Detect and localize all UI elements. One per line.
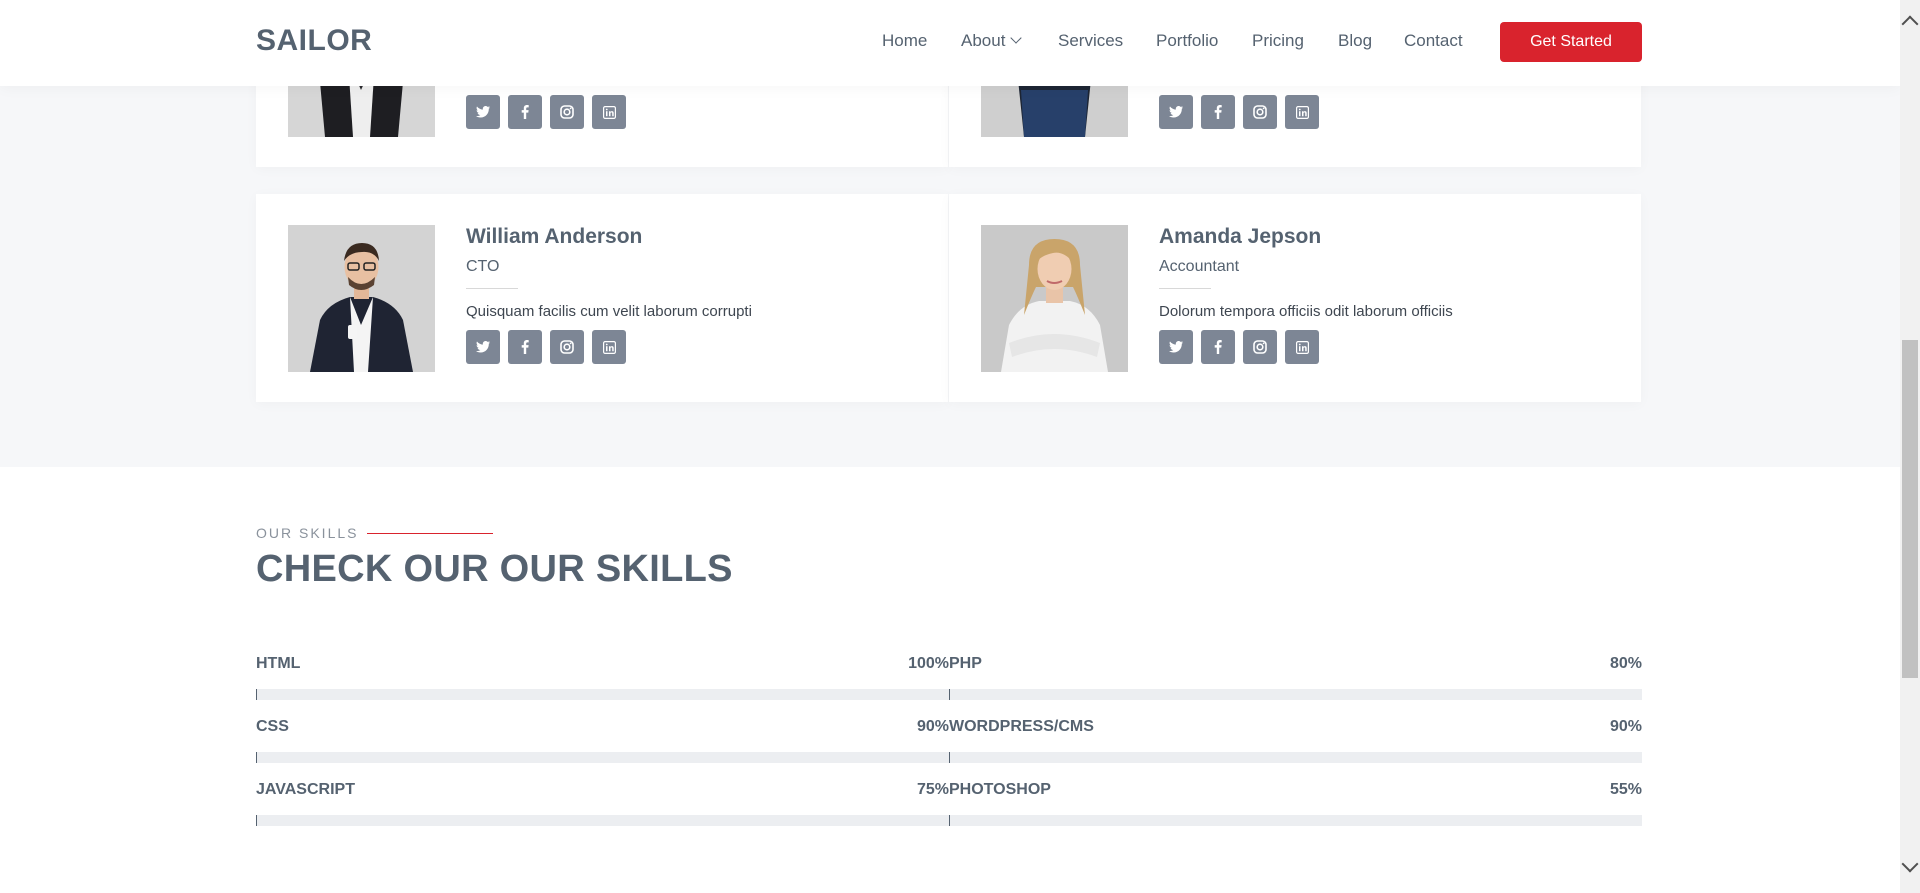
nav-pricing[interactable]: Pricing: [1252, 31, 1304, 51]
skill-name: PHP: [949, 655, 982, 672]
skill-progress: [949, 689, 1642, 700]
twitter-icon[interactable]: [466, 330, 500, 364]
skill-progress-fill: [256, 815, 776, 826]
member-socials: [466, 330, 626, 364]
skill-name: CSS: [256, 718, 289, 735]
get-started-button[interactable]: Get Started: [1500, 22, 1642, 62]
linkedin-icon[interactable]: [592, 95, 626, 129]
scroll-up-arrow-icon[interactable]: [1901, 15, 1919, 33]
facebook-icon[interactable]: [1201, 95, 1235, 129]
instagram-icon[interactable]: [550, 330, 584, 364]
member-name: Amanda Jepson: [1159, 225, 1322, 248]
skill-value: 55%: [1609, 781, 1642, 798]
facebook-icon[interactable]: [1201, 330, 1235, 364]
linkedin-icon[interactable]: [1285, 330, 1319, 364]
skill-progress: [949, 752, 1642, 763]
skill-html: HTML 100%: [256, 655, 949, 700]
nav-contact[interactable]: Contact: [1404, 31, 1463, 51]
twitter-icon[interactable]: [1159, 95, 1193, 129]
skill-progress-marker: [949, 689, 950, 700]
member-photo: [288, 225, 435, 372]
skills-eyebrow: OUR SKILLS: [256, 525, 359, 541]
team-card-amanda: Amanda Jepson Accountant Dolorum tempora…: [949, 194, 1641, 402]
role-divider: [1159, 288, 1211, 289]
skill-progress: [256, 815, 949, 826]
instagram-icon[interactable]: [1243, 330, 1277, 364]
site-header: SAILOR Home About Services Portfolio Pri…: [0, 0, 1900, 86]
skill-name: JAVASCRIPT: [256, 781, 355, 798]
skill-value: 90%: [1609, 718, 1642, 735]
skill-progress: [256, 689, 949, 700]
member-socials: [1159, 95, 1319, 129]
linkedin-icon[interactable]: [1285, 95, 1319, 129]
page-scrollbar[interactable]: [1900, 0, 1920, 893]
skill-progress-fill: [949, 815, 1331, 826]
nav-blog[interactable]: Blog: [1338, 31, 1372, 51]
member-socials: [466, 95, 626, 129]
nav-home[interactable]: Home: [882, 31, 927, 51]
skill-name: PHOTOSHOP: [949, 781, 1051, 798]
scroll-down-arrow-icon[interactable]: [1901, 855, 1919, 873]
facebook-icon[interactable]: [508, 95, 542, 129]
skill-progress-marker: [256, 815, 257, 826]
skill-value: 80%: [1609, 655, 1642, 672]
skills-title: CHECK OUR OUR SKILLS: [256, 548, 733, 590]
skill-progress-marker: [256, 689, 257, 700]
instagram-icon[interactable]: [550, 95, 584, 129]
member-role: CTO: [466, 258, 500, 275]
nav-about-label: About: [961, 31, 1006, 50]
skill-wordpress: WORDPRESS/CMS 90%: [949, 718, 1642, 763]
nav-portfolio[interactable]: Portfolio: [1156, 31, 1218, 51]
skill-php: PHP 80%: [949, 655, 1642, 700]
skill-value: 100%: [908, 655, 949, 672]
facebook-icon[interactable]: [508, 330, 542, 364]
skill-progress: [256, 752, 949, 763]
skill-name: WORDPRESS/CMS: [949, 718, 1094, 735]
member-bio: Quisquam facilis cum velit laborum corru…: [466, 303, 752, 320]
twitter-icon[interactable]: [466, 95, 500, 129]
instagram-icon[interactable]: [1243, 95, 1277, 129]
nav-about[interactable]: About: [961, 31, 1023, 51]
member-socials: [1159, 330, 1319, 364]
skill-progress-marker: [949, 815, 950, 826]
skill-progress-fill: [949, 689, 1504, 700]
skill-progress-marker: [256, 752, 257, 763]
scrollbar-thumb[interactable]: [1902, 340, 1918, 678]
skill-name: HTML: [256, 655, 301, 672]
skill-javascript: JAVASCRIPT 75%: [256, 781, 949, 826]
skill-progress-marker: [949, 752, 950, 763]
member-photo: [981, 225, 1128, 372]
skills-eyebrow-line: [367, 533, 493, 534]
member-bio: Dolorum tempora officiis odit laborum of…: [1159, 303, 1453, 320]
skill-progress-fill: [949, 752, 1573, 763]
skill-photoshop: PHOTOSHOP 55%: [949, 781, 1642, 826]
chevron-down-icon: [1010, 32, 1023, 44]
member-name: William Anderson: [466, 225, 643, 248]
skill-css: CSS 90%: [256, 718, 949, 763]
linkedin-icon[interactable]: [592, 330, 626, 364]
skill-value: 90%: [916, 718, 949, 735]
skill-progress: [949, 815, 1642, 826]
nav-services[interactable]: Services: [1058, 31, 1123, 51]
site-logo[interactable]: SAILOR: [256, 24, 372, 58]
twitter-icon[interactable]: [1159, 330, 1193, 364]
skill-value: 75%: [916, 781, 949, 798]
member-role: Accountant: [1159, 258, 1240, 275]
skill-progress-fill: [256, 752, 880, 763]
role-divider: [466, 288, 518, 289]
skill-progress-fill: [256, 689, 949, 700]
team-card-william: William Anderson CTO Quisquam facilis cu…: [256, 194, 948, 402]
